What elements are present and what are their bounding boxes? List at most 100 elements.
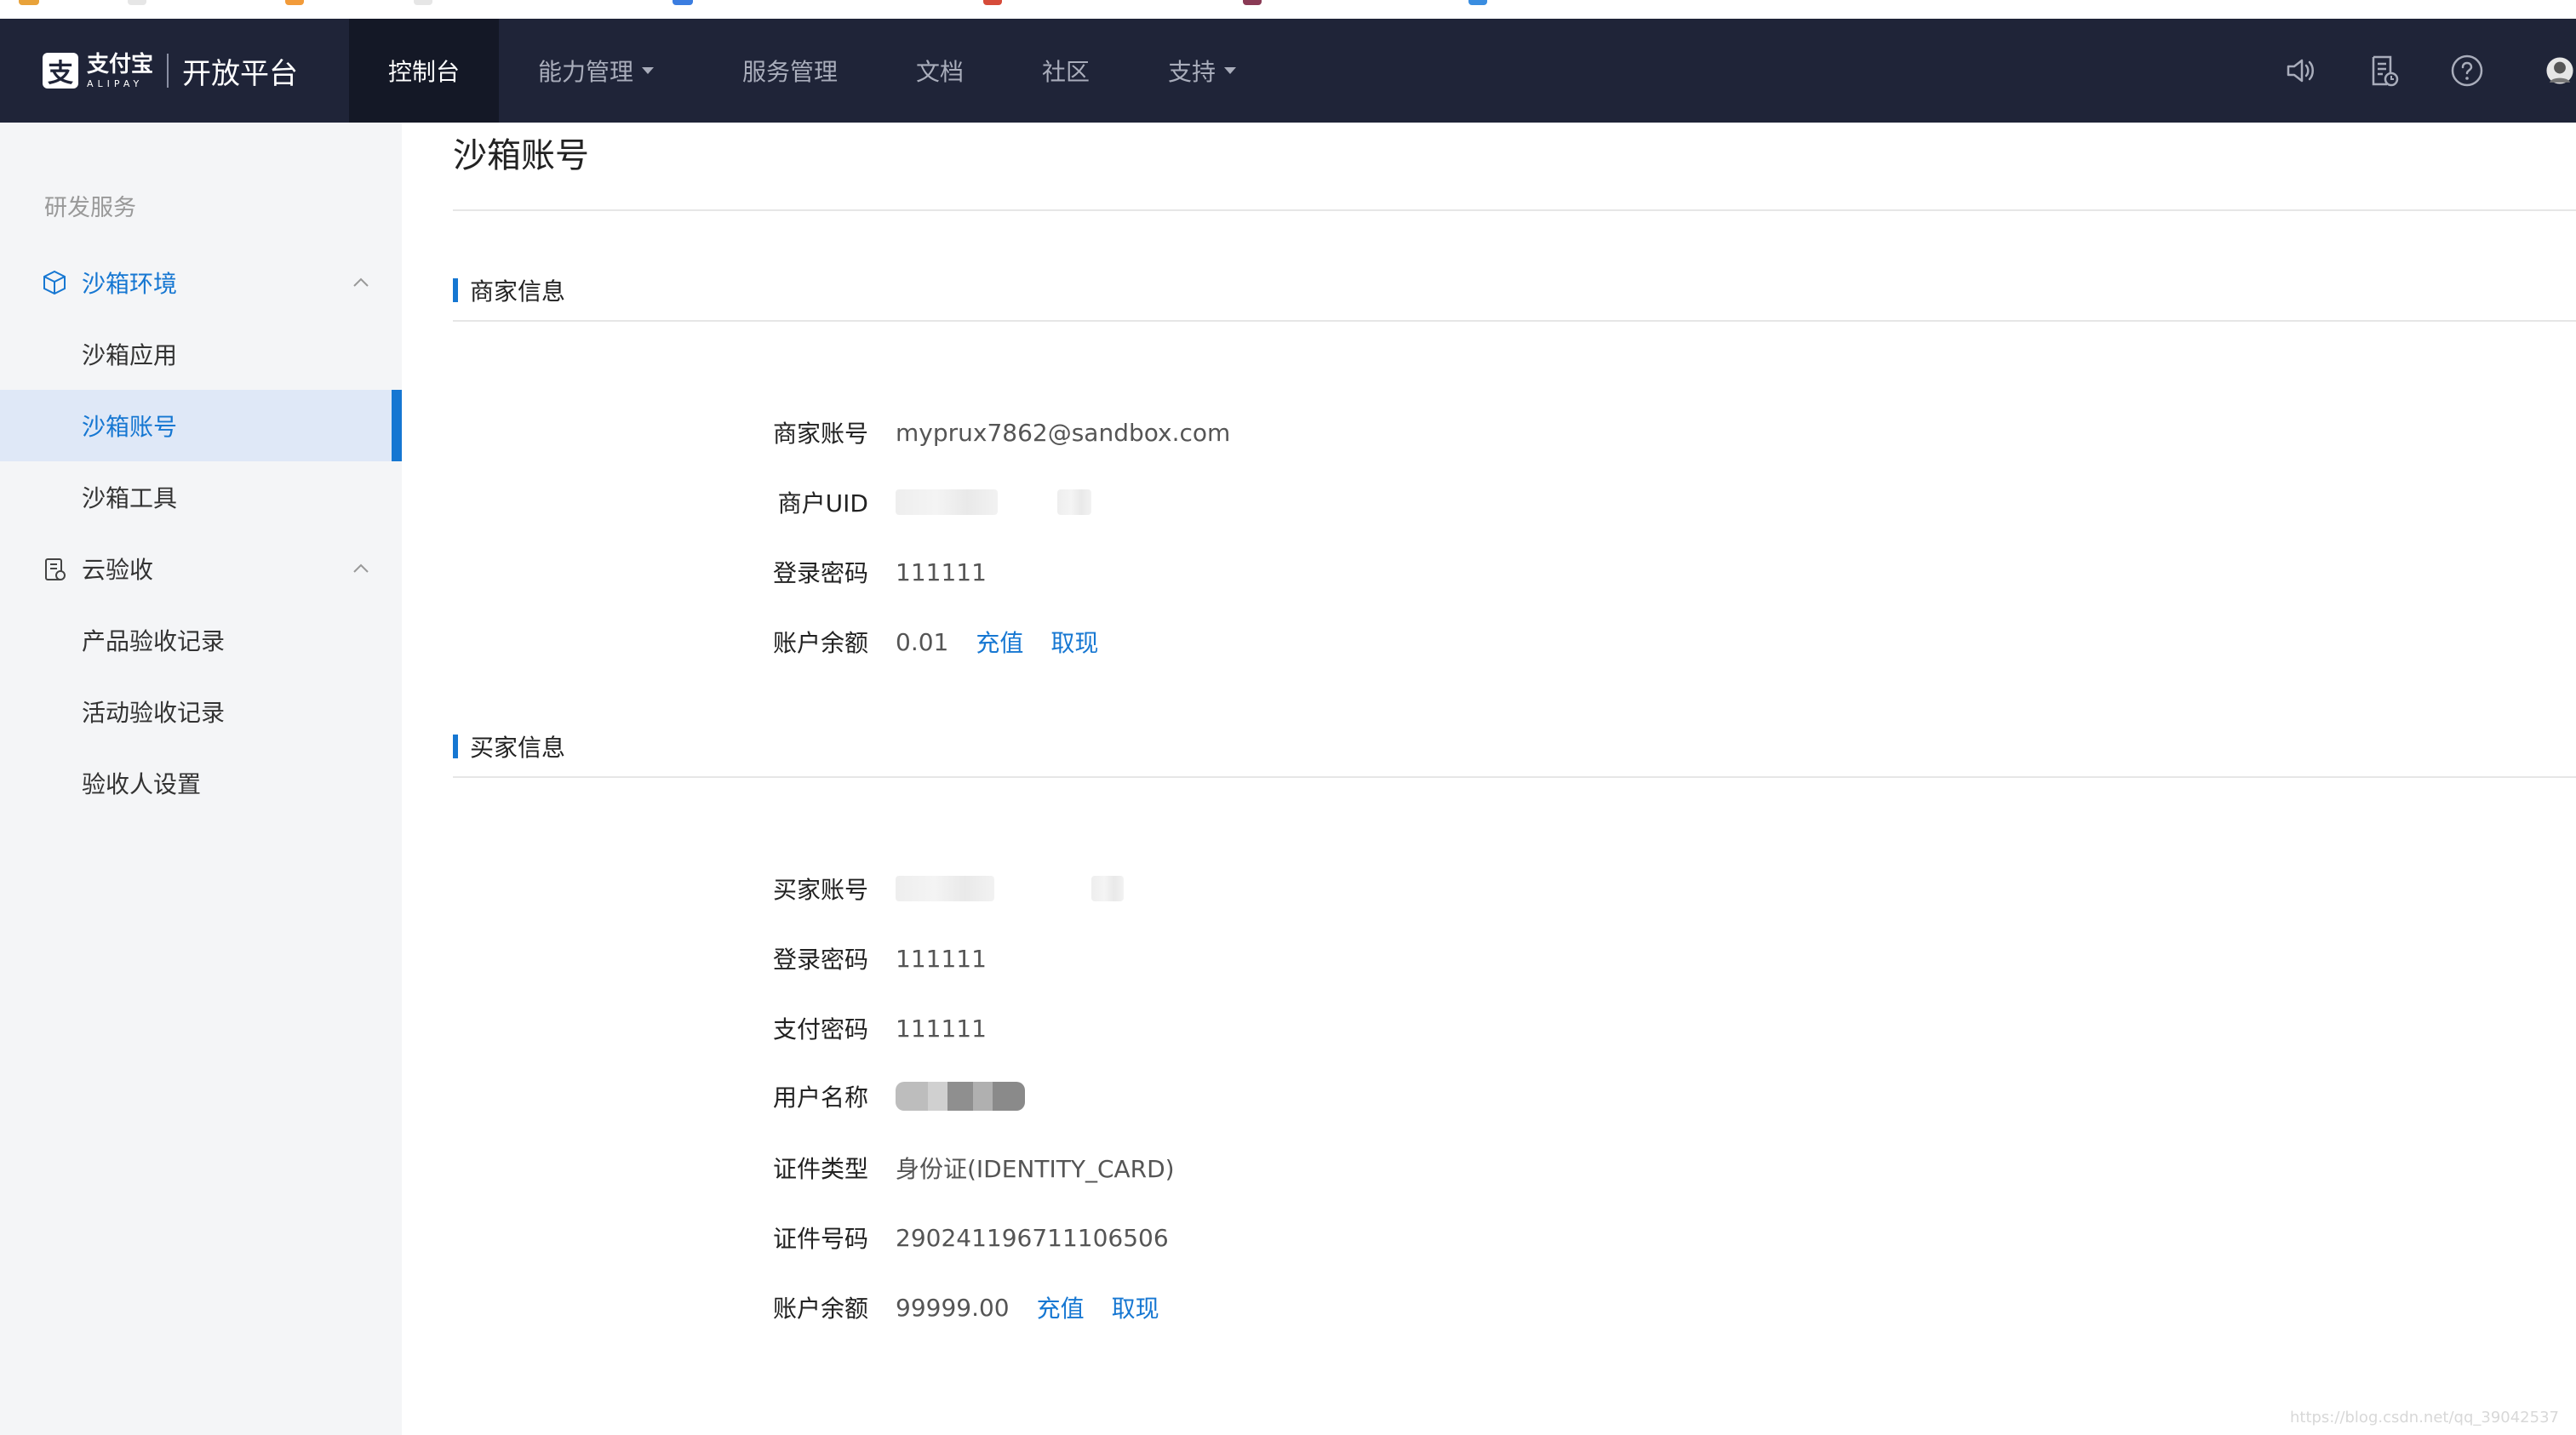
platform-title: 开放平台: [182, 56, 299, 91]
alipay-mark-icon: 支: [43, 53, 78, 89]
field-label: 商家账号: [772, 420, 868, 448]
field-label: 证件号码: [772, 1225, 868, 1253]
buyer-password-value: 111111: [896, 944, 987, 973]
sidebar-heading: 研发服务: [44, 195, 136, 221]
bookmark-favicon[interactable]: [414, 0, 432, 5]
nav-support-label: 支持: [1168, 58, 1216, 86]
clipboard-icon: [45, 558, 66, 580]
buyer-recharge-link[interactable]: 充值: [1037, 1290, 1085, 1324]
field-label: 登录密码: [772, 946, 868, 974]
sidebar-item-acceptor-settings[interactable]: 验收人设置: [0, 747, 402, 819]
sidebar-item-label: 沙箱工具: [82, 484, 178, 512]
sidebar-item-sandbox-app[interactable]: 沙箱应用: [0, 318, 402, 390]
merchant-account-value: myprux7862@sandbox.com: [896, 418, 1231, 447]
logo-brand-en: ALIPAY: [87, 77, 144, 89]
field-label: 证件类型: [772, 1155, 868, 1183]
watermark: https://blog.csdn.net/qq_39042537: [2289, 1409, 2559, 1426]
buyer-id-number-value: 290241196711106506: [896, 1223, 1169, 1252]
buyer-pay-password-value: 111111: [896, 1014, 987, 1043]
merchant-withdraw-link[interactable]: 取现: [1050, 625, 1098, 659]
help-icon[interactable]: [2448, 52, 2486, 89]
redacted-value: [1057, 489, 1091, 515]
bookmark-favicon[interactable]: [128, 0, 146, 5]
field-label: 账户余额: [772, 1295, 868, 1323]
chevron-up-icon: [353, 563, 369, 573]
buyer-section-label: 买家信息: [470, 734, 566, 762]
sidebar-item-label: 沙箱应用: [82, 341, 178, 369]
top-navigation-bar: 支 支付宝 ALIPAY 开放平台 控制台 能力管理 服务管理 文档 社区 支持: [0, 19, 2576, 123]
sidebar-group-sandbox[interactable]: 沙箱环境: [0, 247, 402, 318]
caret-down-icon: [1224, 67, 1237, 74]
nav-console[interactable]: 控制台: [349, 19, 499, 123]
buyer-withdraw-link[interactable]: 取现: [1112, 1290, 1159, 1324]
redacted-value: [1091, 876, 1124, 901]
document-clock-icon[interactable]: [2365, 52, 2402, 89]
divider: [453, 776, 2576, 778]
box-icon: [43, 270, 66, 295]
sidebar-item-activity-acceptance[interactable]: 活动验收记录: [0, 676, 402, 747]
speaker-icon[interactable]: [2281, 52, 2319, 89]
field-label: 用户名称: [772, 1083, 868, 1112]
bookmark-favicon[interactable]: [285, 0, 304, 5]
buyer-id-type-value: 身份证(IDENTITY_CARD): [896, 1155, 1175, 1183]
sidebar-item-label: 沙箱账号: [82, 413, 178, 441]
alipay-logo[interactable]: 支 支付宝 ALIPAY 开放平台: [43, 19, 298, 123]
nav-capability-management[interactable]: 能力管理: [538, 19, 655, 123]
sidebar-item-product-acceptance[interactable]: 产品验收记录: [0, 604, 402, 676]
nav-service-management[interactable]: 服务管理: [742, 19, 838, 123]
avatar[interactable]: [2544, 52, 2576, 89]
caret-down-icon: [642, 67, 655, 74]
buyer-password-row: 登录密码 111111: [681, 941, 987, 975]
section-marker: [453, 735, 458, 758]
merchant-section-label: 商家信息: [470, 277, 566, 306]
bookmark-favicon[interactable]: [983, 0, 1002, 5]
bookmark-favicon[interactable]: [1243, 0, 1262, 5]
divider: [453, 320, 2576, 322]
nav-community-label: 社区: [1042, 58, 1091, 86]
merchant-section-title: 商家信息: [453, 277, 565, 306]
logo-brand-cn: 支付宝: [87, 51, 154, 77]
nav-service-label: 服务管理: [742, 58, 839, 86]
field-label: 账户余额: [772, 629, 868, 657]
logo-divider: [167, 54, 169, 88]
buyer-pay-password-row: 支付密码 111111: [681, 1011, 987, 1045]
nav-docs-label: 文档: [916, 58, 965, 86]
sidebar-item-label: 验收人设置: [82, 770, 202, 798]
sidebar-item-sandbox-tools[interactable]: 沙箱工具: [0, 461, 402, 533]
field-label: 商户UID: [777, 489, 868, 517]
nav-support[interactable]: 支持: [1168, 19, 1237, 123]
redacted-value: [896, 876, 994, 901]
nav-console-label: 控制台: [387, 58, 460, 86]
sidebar-group-label: 沙箱环境: [82, 270, 178, 298]
buyer-id-number-row: 证件号码 290241196711106506: [681, 1221, 1169, 1255]
merchant-account-row: 商家账号 myprux7862@sandbox.com: [681, 415, 1230, 449]
bookmark-favicon[interactable]: [1468, 0, 1487, 5]
nav-community[interactable]: 社区: [1042, 19, 1090, 123]
buyer-balance-row: 账户余额 99999.00 充值 取现: [681, 1290, 1159, 1324]
logo-brand: 支付宝 ALIPAY: [87, 54, 153, 89]
field-label: 买家账号: [772, 876, 868, 904]
sidebar-group-cloud-acceptance[interactable]: 云验收: [0, 533, 402, 604]
redacted-value: [896, 1082, 1025, 1111]
buyer-username-row: 用户名称: [681, 1079, 1025, 1113]
chevron-up-icon: [353, 277, 369, 287]
field-label: 支付密码: [772, 1015, 868, 1043]
browser-bookmark-strip: [0, 0, 2576, 19]
nav-capability-label: 能力管理: [538, 58, 634, 86]
nav-docs[interactable]: 文档: [916, 19, 964, 123]
buyer-id-type-row: 证件类型 身份证(IDENTITY_CARD): [681, 1151, 1175, 1185]
redacted-value: [896, 489, 998, 515]
buyer-account-row: 买家账号: [681, 872, 1124, 906]
page-title: 沙箱账号: [453, 136, 589, 175]
merchant-balance-value: 0.01: [896, 627, 949, 656]
divider: [453, 209, 2576, 211]
merchant-balance-row: 账户余额 0.01 充值 取现: [681, 625, 1098, 659]
merchant-password-value: 111111: [896, 557, 987, 586]
merchant-password-row: 登录密码 111111: [681, 555, 987, 589]
merchant-recharge-link[interactable]: 充值: [976, 625, 1023, 659]
bookmark-favicon[interactable]: [19, 0, 39, 5]
merchant-uid-row: 商户UID: [681, 485, 1091, 519]
sidebar-item-sandbox-account[interactable]: 沙箱账号: [0, 390, 402, 461]
sidebar: 研发服务 沙箱环境 沙箱应用 沙箱账号 沙箱工具 云验收 产品验收记录 活动验收…: [0, 123, 402, 1435]
bookmark-favicon[interactable]: [673, 0, 693, 5]
